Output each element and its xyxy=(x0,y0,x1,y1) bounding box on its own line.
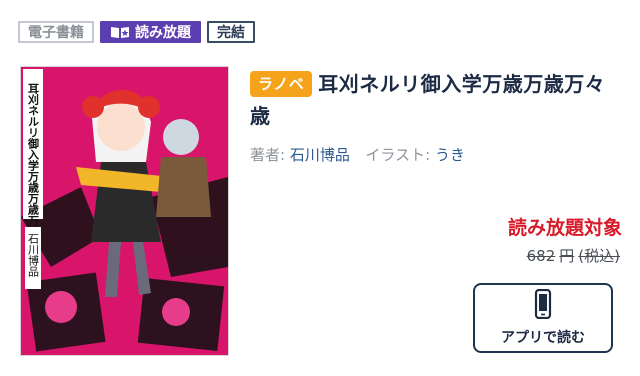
ebook-badge-label: 電子書籍 xyxy=(28,25,84,41)
unlimited-target-text: 読み放題対象 xyxy=(507,217,622,239)
book-title-block[interactable]: ラノベ 耳刈ネルリ御入学万歳万歳万々歳 xyxy=(250,68,620,132)
illustrator-label: イラスト: xyxy=(365,146,431,164)
label-badge: ラノベ xyxy=(250,71,313,97)
price-tax: (税込) xyxy=(578,247,620,265)
unlimited-badge: 読み放題 xyxy=(100,21,201,43)
complete-badge: 完結 xyxy=(207,21,255,43)
badge-row: 電子書籍 読み放題 完結 xyxy=(18,21,255,43)
read-in-app-label: アプリで読む xyxy=(501,330,585,346)
book-cover[interactable]: 耳刈ネルリ御入学万歳万歳万々歳 石川博品 xyxy=(20,66,229,356)
author-label: 著者: xyxy=(250,146,286,164)
book-info: ラノベ 耳刈ネルリ御入学万歳万歳万々歳 著者: 石川博品 イラスト: うき xyxy=(250,68,620,165)
complete-badge-label: 完結 xyxy=(217,25,245,41)
credits: 著者: 石川博品 イラスト: うき xyxy=(250,144,620,165)
cover-author: 石川博品 xyxy=(27,233,40,277)
read-in-app-button[interactable]: アプリで読む xyxy=(473,283,613,353)
book-star-icon xyxy=(110,25,130,39)
ebook-badge: 電子書籍 xyxy=(18,21,94,43)
author-link[interactable]: 石川博品 xyxy=(290,146,350,164)
cover-spine-title: 耳刈ネルリ御入学万歳万歳万々歳 xyxy=(27,83,41,249)
price-value: 682 xyxy=(526,247,556,265)
illustrator-link[interactable]: うき xyxy=(435,146,465,164)
unlimited-badge-label: 読み放題 xyxy=(135,25,191,41)
price-currency: 円 xyxy=(559,247,575,265)
cover-illustration: 耳刈ネルリ御入学万歳万歳万々歳 石川博品 xyxy=(21,67,228,355)
smartphone-icon xyxy=(534,288,552,323)
price: 682 円 (税込) xyxy=(523,245,620,266)
